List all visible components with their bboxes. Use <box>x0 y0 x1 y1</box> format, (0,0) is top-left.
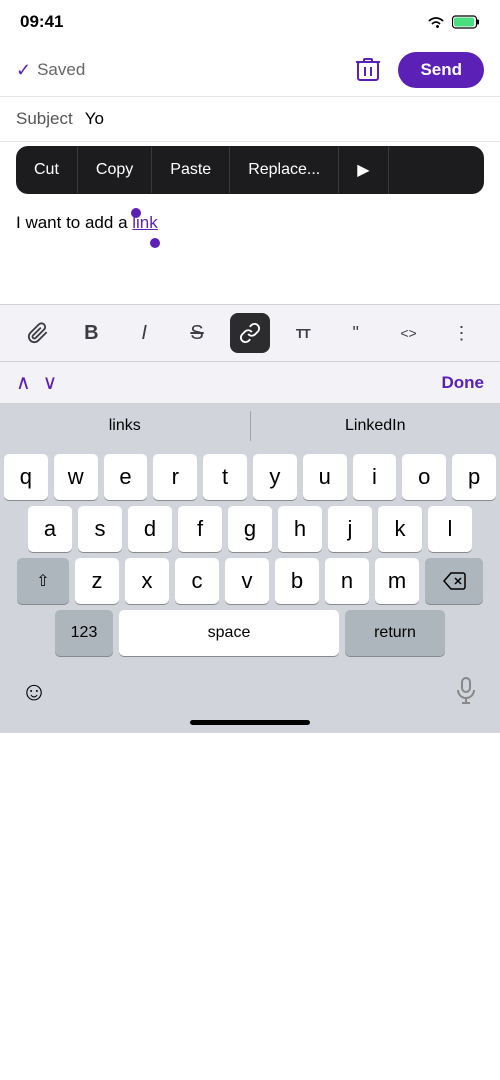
saved-area: ✓ Saved <box>16 60 85 81</box>
saved-label: Saved <box>37 60 85 80</box>
nav-up-arrow[interactable]: ∧ <box>16 370 31 395</box>
paste-menu-item[interactable]: Paste <box>152 147 230 193</box>
nav-arrows: ∧ ∨ <box>16 370 57 395</box>
link-text: link <box>132 213 158 232</box>
keyboard-suggestions: links LinkedIn <box>0 404 500 448</box>
subject-label: Subject <box>16 109 73 129</box>
key-e[interactable]: e <box>104 454 148 500</box>
key-s[interactable]: s <box>78 506 122 552</box>
quote-button[interactable]: " <box>336 313 376 353</box>
keyboard-row-4: 123 space return <box>4 610 496 656</box>
emoji-key[interactable]: ☺ <box>12 669 56 713</box>
key-o[interactable]: o <box>402 454 446 500</box>
keyboard-row-2: a s d f g h j k l <box>4 506 496 552</box>
backspace-key[interactable] <box>425 558 483 604</box>
cut-menu-item[interactable]: Cut <box>16 147 78 193</box>
suggestion-links[interactable]: links <box>0 407 250 445</box>
battery-icon <box>452 15 480 29</box>
top-bar: ✓ Saved Send <box>0 44 500 97</box>
code-button[interactable]: <> <box>389 313 429 353</box>
key-f[interactable]: f <box>178 506 222 552</box>
home-bar <box>190 720 310 725</box>
home-indicator <box>0 720 500 733</box>
subject-value[interactable]: Yo <box>85 109 104 129</box>
nav-row: ∧ ∨ Done <box>0 362 500 404</box>
key-p[interactable]: p <box>452 454 496 500</box>
mic-icon <box>455 677 477 705</box>
key-x[interactable]: x <box>125 558 169 604</box>
cursor-bottom <box>150 238 160 248</box>
italic-button[interactable]: I <box>124 313 164 353</box>
numbers-key[interactable]: 123 <box>55 610 113 656</box>
more-format-button[interactable]: ⋮ <box>441 313 481 353</box>
context-menu: Cut Copy Paste Replace... ▶ <box>16 146 484 194</box>
key-d[interactable]: d <box>128 506 172 552</box>
key-j[interactable]: j <box>328 506 372 552</box>
key-m[interactable]: m <box>375 558 419 604</box>
keyboard-bottom: ☺ <box>0 666 500 720</box>
mic-key[interactable] <box>444 669 488 713</box>
more-menu-item[interactable]: ▶ <box>339 146 388 194</box>
space-key[interactable]: space <box>119 610 339 656</box>
key-r[interactable]: r <box>153 454 197 500</box>
wifi-icon <box>426 15 446 29</box>
key-v[interactable]: v <box>225 558 269 604</box>
keyboard: q w e r t y u i o p a s d f g h j k l ⇧ … <box>0 448 500 666</box>
key-t[interactable]: t <box>203 454 247 500</box>
link-button[interactable] <box>230 313 270 353</box>
status-icons <box>426 15 480 29</box>
key-q[interactable]: q <box>4 454 48 500</box>
email-body[interactable]: I want to add a link <box>0 194 500 274</box>
strikethrough-button[interactable]: S <box>177 313 217 353</box>
replace-menu-item[interactable]: Replace... <box>230 147 339 193</box>
key-n[interactable]: n <box>325 558 369 604</box>
body-text: I want to add a link <box>16 213 158 232</box>
link-icon <box>239 322 261 344</box>
shift-key[interactable]: ⇧ <box>17 558 69 604</box>
context-menu-wrapper: Cut Copy Paste Replace... ▶ <box>16 146 484 194</box>
key-y[interactable]: y <box>253 454 297 500</box>
text-size-button[interactable]: TT <box>283 313 323 353</box>
cursor-top <box>131 208 141 218</box>
key-g[interactable]: g <box>228 506 272 552</box>
key-k[interactable]: k <box>378 506 422 552</box>
backspace-icon <box>442 572 466 590</box>
key-a[interactable]: a <box>28 506 72 552</box>
status-time: 09:41 <box>20 12 63 32</box>
key-h[interactable]: h <box>278 506 322 552</box>
keyboard-row-3: ⇧ z x c v b n m <box>4 558 496 604</box>
copy-menu-item[interactable]: Copy <box>78 147 152 193</box>
key-z[interactable]: z <box>75 558 119 604</box>
subject-line: Subject Yo <box>0 97 500 142</box>
return-key[interactable]: return <box>345 610 445 656</box>
chevron-down-icon[interactable]: ✓ <box>16 60 31 81</box>
key-c[interactable]: c <box>175 558 219 604</box>
keyboard-row-1: q w e r t y u i o p <box>4 454 496 500</box>
trash-button[interactable] <box>350 52 386 88</box>
done-button[interactable]: Done <box>442 373 485 393</box>
bold-button[interactable]: B <box>71 313 111 353</box>
formatting-toolbar: B I S TT " <> ⋮ <box>0 304 500 362</box>
status-bar: 09:41 <box>0 0 500 44</box>
attachment-button[interactable] <box>18 313 58 353</box>
nav-down-arrow[interactable]: ∨ <box>43 370 58 395</box>
key-b[interactable]: b <box>275 558 319 604</box>
key-l[interactable]: l <box>428 506 472 552</box>
suggestion-linkedin[interactable]: LinkedIn <box>251 407 500 445</box>
trash-icon <box>356 56 380 84</box>
key-u[interactable]: u <box>303 454 347 500</box>
key-i[interactable]: i <box>353 454 397 500</box>
send-button[interactable]: Send <box>398 52 484 88</box>
key-w[interactable]: w <box>54 454 98 500</box>
top-actions: Send <box>350 52 484 88</box>
attachment-icon <box>27 322 49 344</box>
